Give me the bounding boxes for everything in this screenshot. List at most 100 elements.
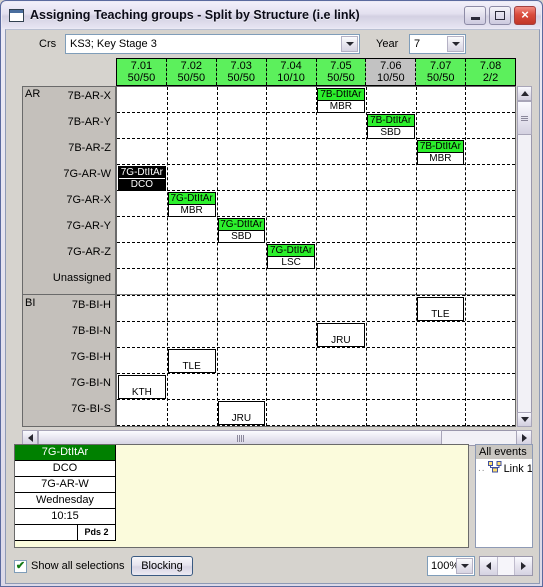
window-icon — [9, 8, 24, 22]
nav-next-button[interactable] — [515, 557, 533, 575]
vertical-scrollbar[interactable] — [517, 86, 532, 427]
grid-canvas[interactable]: 7B-DtItAr MBR 7B-DtItAr SBD 7B-DtItAr MBR 7G-D… — [116, 86, 516, 427]
lesson-block[interactable]: 7G-DtItAr MBR — [167, 192, 216, 217]
scroll-down-button[interactable] — [517, 412, 532, 427]
column-code: 7.01 — [130, 60, 153, 72]
navigation-buttons — [479, 556, 533, 576]
lesson-block[interactable]: 7G-DtItAr DCO — [118, 166, 166, 191]
lesson-block-teacher: TLE — [168, 361, 215, 372]
nav-current-button[interactable] — [497, 557, 516, 575]
row-label-7G-AR-X[interactable]: 7G-AR-X — [66, 194, 111, 206]
column-header-7.06[interactable]: 7.06 10/50 — [366, 59, 417, 85]
row-label-7G-AR-W[interactable]: 7G-AR-W — [63, 168, 111, 180]
grid-row-line — [117, 190, 515, 191]
row-label-7G-BI-S[interactable]: 7G-BI-S — [71, 403, 111, 415]
year-select[interactable]: 7 — [409, 34, 466, 54]
column-code: 7.05 — [330, 60, 352, 72]
row-label-7B-AR-Y[interactable]: 7B-AR-Y — [68, 116, 111, 128]
lesson-block[interactable]: JRU — [317, 323, 365, 347]
maximize-button[interactable] — [489, 5, 511, 25]
column-header-7.01[interactable]: 7.01 50/50 — [117, 59, 167, 85]
lesson-block[interactable]: TLE — [167, 349, 216, 373]
course-select[interactable]: KS3; Key Stage 3 — [65, 34, 360, 54]
zoom-select[interactable]: 100% — [427, 556, 475, 576]
row-label-7G-AR-Y[interactable]: 7G-AR-Y — [66, 220, 111, 232]
lesson-block-subject: 7G-DtItAr — [268, 245, 314, 257]
timetable-grid: 7.01 50/50 7.02 50/50 7.03 50/50 7.04 10/10 7.05… — [14, 58, 532, 453]
vertical-scroll-thumb[interactable] — [517, 101, 532, 135]
detail-periods: Pds 2 — [77, 525, 115, 540]
maximize-icon — [495, 10, 505, 20]
row-label-7B-BI-N[interactable]: 7B-BI-N — [72, 325, 111, 337]
show-all-selections-checkbox[interactable]: ✔ — [14, 560, 27, 573]
lesson-block[interactable]: KTH — [118, 375, 166, 399]
column-code: 7.06 — [380, 60, 402, 72]
lesson-block-teacher: SBD — [367, 127, 414, 138]
column-code: 7.02 — [180, 60, 203, 72]
course-select-value: KS3; Key Stage 3 — [70, 38, 157, 50]
lesson-block[interactable]: 7B-DtItAr MBR — [416, 140, 465, 165]
column-header-7.08[interactable]: 7.08 2/2 — [466, 59, 515, 85]
lesson-block[interactable]: 7G-DtItAr LSC — [267, 244, 315, 269]
grid-row-line — [117, 347, 515, 348]
chevron-down-icon[interactable] — [456, 558, 473, 574]
row-label-7B-AR-X[interactable]: 7B-AR-X — [68, 90, 111, 102]
grid-row-line — [117, 373, 515, 374]
column-ratio: 50/50 — [327, 72, 355, 84]
grid-row-line — [117, 242, 515, 243]
grid-row-line — [117, 295, 515, 296]
column-header-7.05[interactable]: 7.05 50/50 — [316, 59, 367, 85]
lesson-block-teacher: TLE — [417, 309, 464, 320]
window-controls: × — [464, 5, 536, 25]
row-label-Unassigned[interactable]: Unassigned — [53, 272, 111, 284]
lesson-block[interactable]: TLE — [416, 297, 465, 321]
column-ratio: 10/10 — [277, 72, 305, 84]
grip-icon — [521, 115, 528, 121]
minimize-button[interactable] — [464, 5, 486, 25]
grid-row-line — [117, 399, 515, 400]
row-label-7B-BI-H[interactable]: 7B-BI-H — [72, 299, 111, 311]
detail-time: 10:15 — [15, 509, 115, 525]
lesson-block[interactable]: 7G-DtItAr SBD — [217, 218, 266, 243]
lesson-block-subject — [318, 324, 364, 335]
detail-subject: 7G-DtItAr — [15, 445, 115, 461]
column-ratio: 10/50 — [377, 72, 405, 84]
tree-connector-icon: .. — [478, 463, 486, 474]
group-label-BI: BI — [25, 297, 36, 309]
crs-label: Crs — [39, 38, 57, 50]
chevron-down-icon[interactable] — [341, 36, 358, 52]
zoom-select-value: 100% — [431, 560, 460, 572]
column-header-7.03[interactable]: 7.03 50/50 — [216, 59, 267, 85]
column-ratio: 50/50 — [227, 72, 255, 84]
row-label-7B-AR-Z[interactable]: 7B-AR-Z — [68, 142, 111, 154]
lesson-block-subject: 7G-DtItAr — [168, 193, 215, 205]
detail-group: 7G-AR-W — [15, 477, 115, 493]
grid-row-line — [117, 112, 515, 113]
lesson-block[interactable]: JRU — [217, 401, 266, 425]
column-header-7.04[interactable]: 7.04 10/10 — [266, 59, 317, 85]
chevron-down-icon[interactable] — [447, 36, 464, 52]
scroll-up-button[interactable] — [517, 86, 532, 101]
column-header-7.07[interactable]: 7.07 50/50 — [416, 59, 467, 85]
application-window: Assigning Teaching groups - Split by Str… — [0, 0, 543, 587]
events-list-item[interactable]: .. Link 12 — [476, 459, 532, 478]
events-panel: All events .. Link 12 — [475, 444, 533, 548]
row-headers: AR 7B-AR-X 7B-AR-Y 7B-AR-Z 7G-AR-W 7G-AR-X 7G-… — [22, 86, 116, 427]
close-button[interactable]: × — [514, 5, 536, 25]
column-ratio: 2/2 — [482, 72, 499, 84]
nav-previous-button[interactable] — [480, 557, 498, 575]
grid-row-line — [117, 425, 515, 426]
events-list-item-label: Link 12 — [503, 462, 533, 475]
link-node-icon — [487, 461, 502, 476]
status-bar: ✔ Show all selections Blocking 100% — [6, 554, 539, 582]
blocking-button[interactable]: Blocking — [131, 556, 193, 576]
lesson-block[interactable]: 7B-DtItAr MBR — [317, 88, 365, 113]
detail-teacher: DCO — [15, 461, 115, 477]
column-code: 7.07 — [429, 60, 452, 72]
lesson-block[interactable]: 7B-DtItAr SBD — [366, 114, 415, 139]
row-label-7G-BI-H[interactable]: 7G-BI-H — [71, 351, 111, 363]
row-label-7G-BI-N[interactable]: 7G-BI-N — [71, 377, 111, 389]
lesson-block-teacher: MBR — [318, 101, 364, 112]
column-header-7.02[interactable]: 7.02 50/50 — [166, 59, 217, 85]
row-label-7G-AR-Z[interactable]: 7G-AR-Z — [67, 246, 111, 258]
